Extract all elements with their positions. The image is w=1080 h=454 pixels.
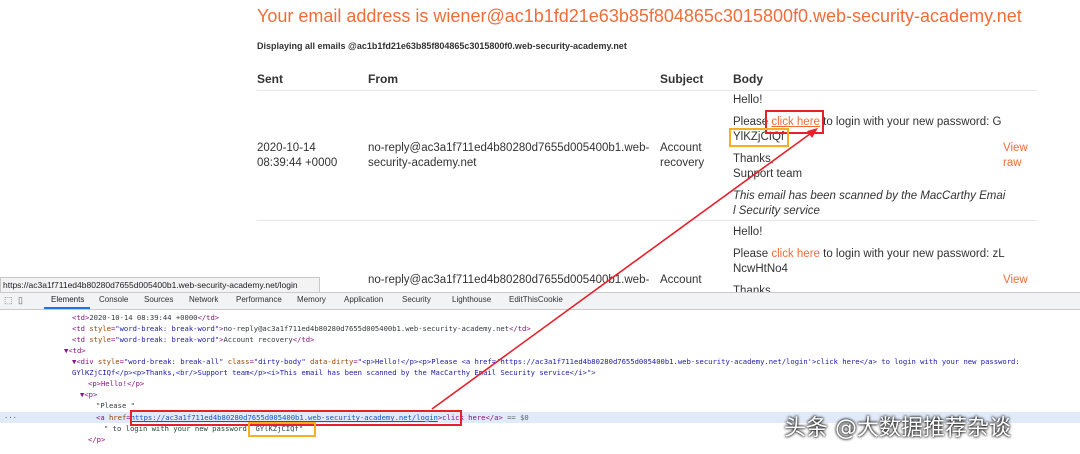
annotation-arrow [431,128,818,410]
watermark: 头条 @大数据推荐杂谈 [784,416,1011,441]
